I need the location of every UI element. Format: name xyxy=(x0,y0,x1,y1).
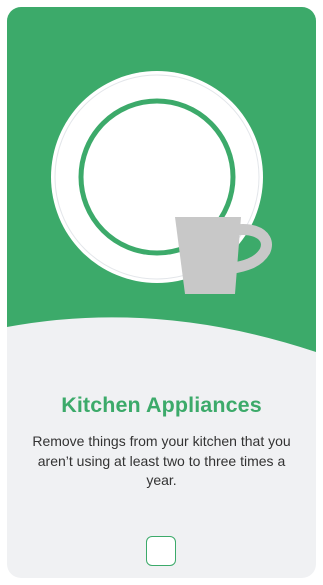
card-description: Remove things from your kitchen that you… xyxy=(32,433,291,488)
card-illustration xyxy=(7,7,316,352)
task-card: Kitchen Appliances Remove things from yo… xyxy=(7,7,316,578)
card-title: Kitchen Appliances xyxy=(61,393,262,417)
task-checkbox[interactable] xyxy=(146,536,176,566)
